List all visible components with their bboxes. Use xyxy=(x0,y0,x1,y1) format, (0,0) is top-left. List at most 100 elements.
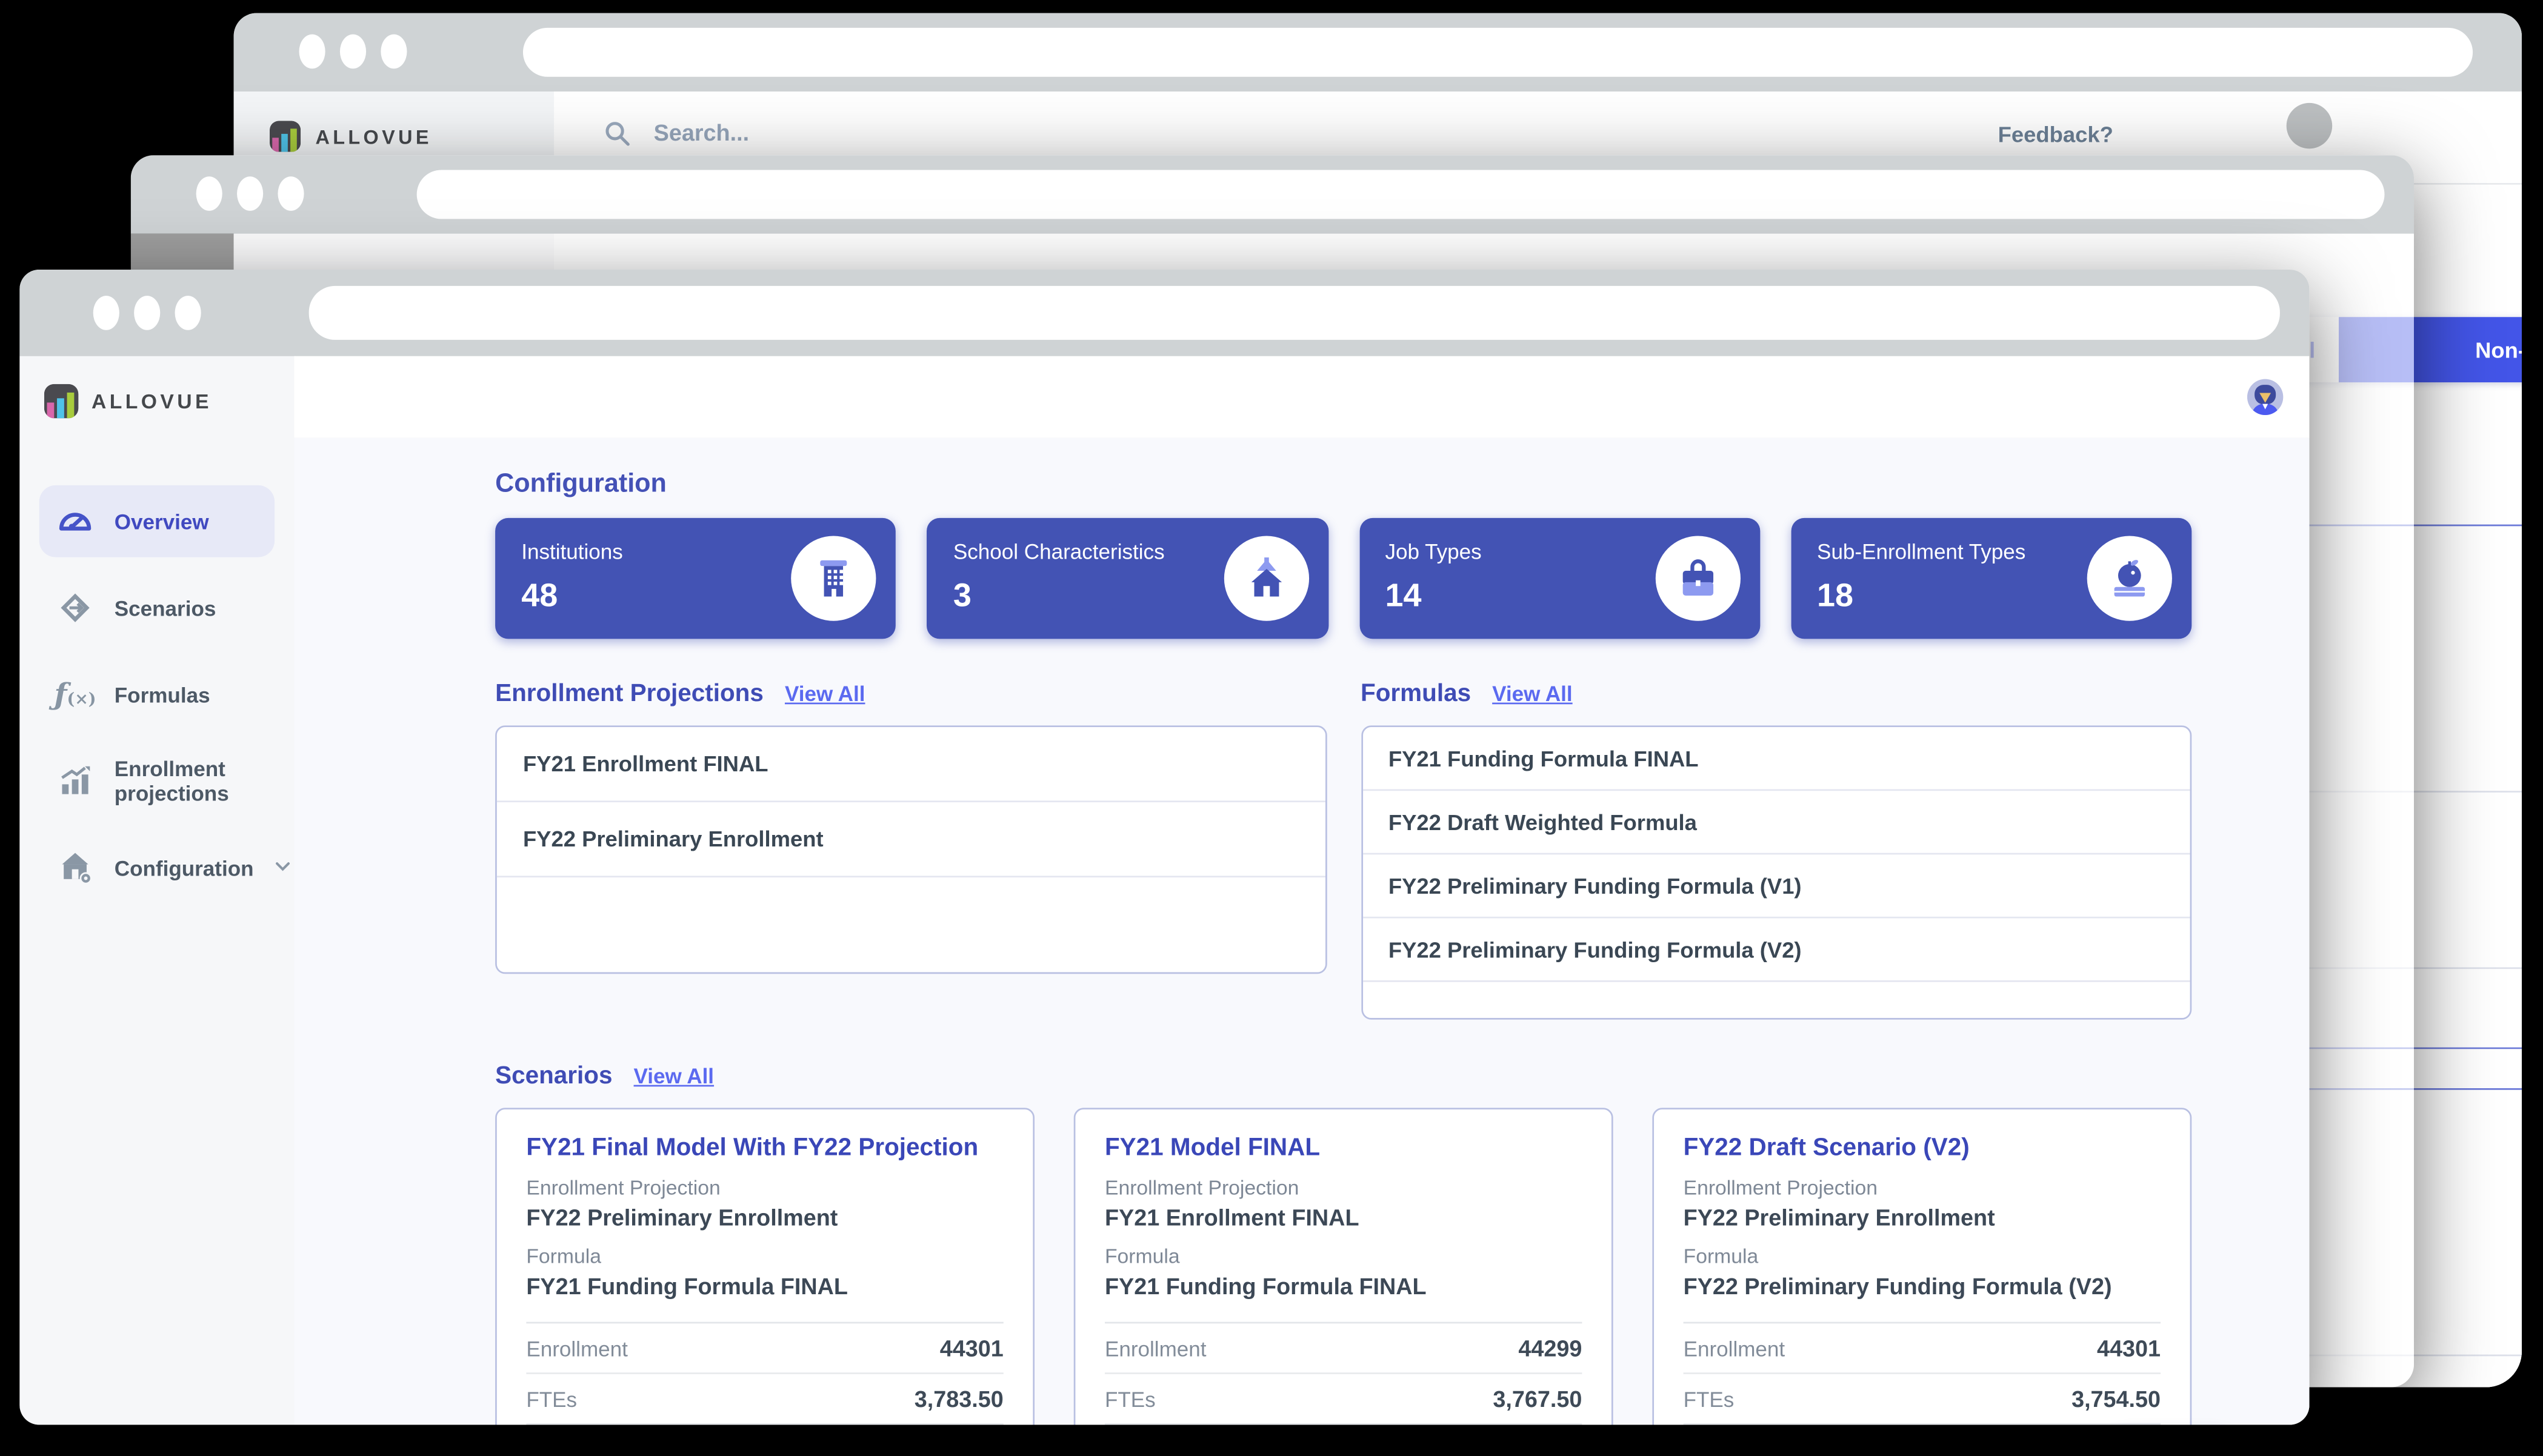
stat-row: FTEs 3,767.50 xyxy=(1105,1374,1582,1425)
front-url-bar[interactable] xyxy=(309,286,2280,340)
stat-row: FTEs 3,783.50 xyxy=(526,1374,1003,1425)
sidebar-item-formulas[interactable]: ƒ(×) Formulas xyxy=(39,659,275,731)
list-item[interactable]: FY22 Draft Weighted Formula xyxy=(1362,791,2190,854)
school-gear-icon xyxy=(52,848,98,888)
sidebar: ALLOVUE Overview xyxy=(19,356,296,1425)
back-traffic-lights[interactable] xyxy=(299,35,407,69)
middle-url-bar[interactable] xyxy=(417,170,2385,219)
stat-value: 3,783.50 xyxy=(915,1386,1004,1412)
briefcase-icon xyxy=(1655,536,1740,621)
config-card-sub-enrollment-types[interactable]: Sub-Enrollment Types 18 xyxy=(1791,518,2191,639)
front-titlebar xyxy=(19,270,2309,356)
formulas-heading: Formulas xyxy=(1361,680,1471,708)
scenarios-icon xyxy=(52,588,98,628)
sidebar-item-label: Enrollment projections xyxy=(115,757,255,806)
list-item[interactable]: FY21 Funding Formula FINAL xyxy=(1362,727,2190,791)
config-card-institutions[interactable]: Institutions 48 xyxy=(495,518,896,639)
close-window-icon[interactable] xyxy=(196,176,222,211)
back-search[interactable] xyxy=(603,118,1016,147)
list-item[interactable]: FY21 Enrollment FINAL xyxy=(497,727,1325,802)
stat-value: 44301 xyxy=(940,1335,1004,1361)
stat-label: FTEs xyxy=(1105,1386,1156,1411)
view-all-link[interactable]: View All xyxy=(634,1064,715,1088)
sidebar-nav: Overview Scenarios ƒ(×) xyxy=(19,485,294,903)
enrollment-projections-list: FY21 Enrollment FINAL FY22 Preliminary E… xyxy=(495,725,1326,974)
list-item[interactable]: FY22 Preliminary Funding Formula (V1) xyxy=(1362,854,2190,918)
middle-traffic-lights[interactable] xyxy=(196,176,304,211)
field-label: Enrollment Projection xyxy=(1684,1177,2161,1200)
user-avatar[interactable] xyxy=(2247,379,2283,415)
stat-value: 3,754.50 xyxy=(2071,1386,2161,1412)
scenario-card[interactable]: FY22 Draft Scenario (V2) Enrollment Proj… xyxy=(1652,1108,2191,1424)
close-window-icon[interactable] xyxy=(93,296,119,330)
stat-row: Enrollment 44301 xyxy=(526,1323,1003,1374)
field-value: FY22 Preliminary Enrollment xyxy=(1684,1204,2161,1230)
stat-label: FTEs xyxy=(526,1386,577,1411)
front-traffic-lights[interactable] xyxy=(93,296,201,330)
sidebar-item-enrollment-projections[interactable]: Enrollment projections xyxy=(39,745,275,817)
field-value: FY21 Funding Formula FINAL xyxy=(526,1273,1003,1299)
stat-label: Enrollment xyxy=(526,1336,628,1360)
field-value: FY22 Preliminary Funding Formula (V2) xyxy=(1684,1273,2161,1299)
stat-label: FTEs xyxy=(1684,1386,1735,1411)
search-input[interactable] xyxy=(650,118,1016,147)
formulas-list: FY21 Funding Formula FINAL FY22 Draft We… xyxy=(1361,725,2191,1019)
brand-text: ALLOVUE xyxy=(92,390,212,413)
list-item[interactable]: FY22 Preliminary Enrollment xyxy=(497,802,1325,877)
field-value: FY22 Preliminary Enrollment xyxy=(526,1204,1003,1230)
main-body: Configuration Institutions 48 xyxy=(294,438,2309,1425)
allovue-logo-icon xyxy=(270,121,301,152)
scenario-title: FY22 Draft Scenario (V2) xyxy=(1684,1134,2161,1162)
configuration-heading: Configuration xyxy=(495,471,667,500)
bar-chart-icon xyxy=(52,762,98,801)
back-brand: ALLOVUE xyxy=(234,91,555,152)
stat-row: FTEs 3,754.50 xyxy=(1684,1374,2161,1425)
configuration-cards: Institutions 48 xyxy=(495,518,2191,639)
feedback-link[interactable]: Feedback? xyxy=(1998,122,2113,147)
zoom-window-icon[interactable] xyxy=(175,296,201,330)
stat-label: Enrollment xyxy=(1105,1336,1207,1360)
enrollment-projections-heading: Enrollment Projections xyxy=(495,680,764,708)
minimize-window-icon[interactable] xyxy=(237,176,263,211)
view-all-link[interactable]: View All xyxy=(1492,682,1573,706)
enrollment-projections-section: Enrollment Projections View All FY21 Enr… xyxy=(495,639,1326,1019)
config-card-school-characteristics[interactable]: School Characteristics 3 xyxy=(927,518,1328,639)
sidebar-item-scenarios[interactable]: Scenarios xyxy=(39,572,275,644)
back-url-bar[interactable] xyxy=(523,28,2473,77)
sidebar-item-label: Formulas xyxy=(115,682,210,706)
brand: ALLOVUE xyxy=(19,356,294,418)
minimize-window-icon[interactable] xyxy=(134,296,160,330)
zoom-window-icon[interactable] xyxy=(381,35,407,69)
zoom-window-icon[interactable] xyxy=(278,176,304,211)
stat-row: Enrollment 44301 xyxy=(1684,1323,2161,1374)
stat-value: 3,767.50 xyxy=(1493,1386,1582,1412)
scenario-card[interactable]: FY21 Final Model With FY22 Projection En… xyxy=(495,1108,1035,1424)
sidebar-item-overview[interactable]: Overview xyxy=(39,485,275,557)
minimize-window-icon[interactable] xyxy=(340,35,366,69)
back-avatar[interactable] xyxy=(2287,103,2333,149)
apple-book-icon xyxy=(2087,536,2172,621)
stat-value: 44301 xyxy=(2097,1335,2161,1361)
list-item[interactable]: FY22 Preliminary Funding Formula (V2) xyxy=(1362,919,2190,982)
field-label: Enrollment Projection xyxy=(1105,1177,1582,1200)
field-label: Formula xyxy=(526,1245,1003,1268)
stat-row: Enrollment 44299 xyxy=(1105,1323,1582,1374)
field-value: FY21 Enrollment FINAL xyxy=(1105,1204,1582,1230)
sidebar-item-configuration[interactable]: Configuration xyxy=(39,832,275,904)
close-window-icon[interactable] xyxy=(299,35,325,69)
window-front: ALLOVUE Overview xyxy=(19,270,2309,1425)
scenarios-heading: Scenarios xyxy=(495,1062,612,1090)
stat-label: Enrollment xyxy=(1684,1336,1785,1360)
field-label: Formula xyxy=(1105,1245,1582,1268)
sidebar-item-label: Configuration xyxy=(115,856,254,880)
view-all-link[interactable]: View All xyxy=(785,682,865,706)
formulas-section: Formulas View All FY21 Funding Formula F… xyxy=(1361,639,2191,1019)
field-value: FY21 Funding Formula FINAL xyxy=(1105,1273,1582,1299)
main: Configuration Institutions 48 xyxy=(294,356,2309,1425)
back-brand-text: ALLOVUE xyxy=(315,125,432,148)
scenario-title: FY21 Final Model With FY22 Projection xyxy=(526,1134,1003,1162)
back-titlebar xyxy=(234,13,2522,91)
config-card-job-types[interactable]: Job Types 14 xyxy=(1359,518,1759,639)
allovue-logo-icon xyxy=(44,384,79,419)
scenario-card[interactable]: FY21 Model FINAL Enrollment Projection F… xyxy=(1074,1108,1613,1424)
